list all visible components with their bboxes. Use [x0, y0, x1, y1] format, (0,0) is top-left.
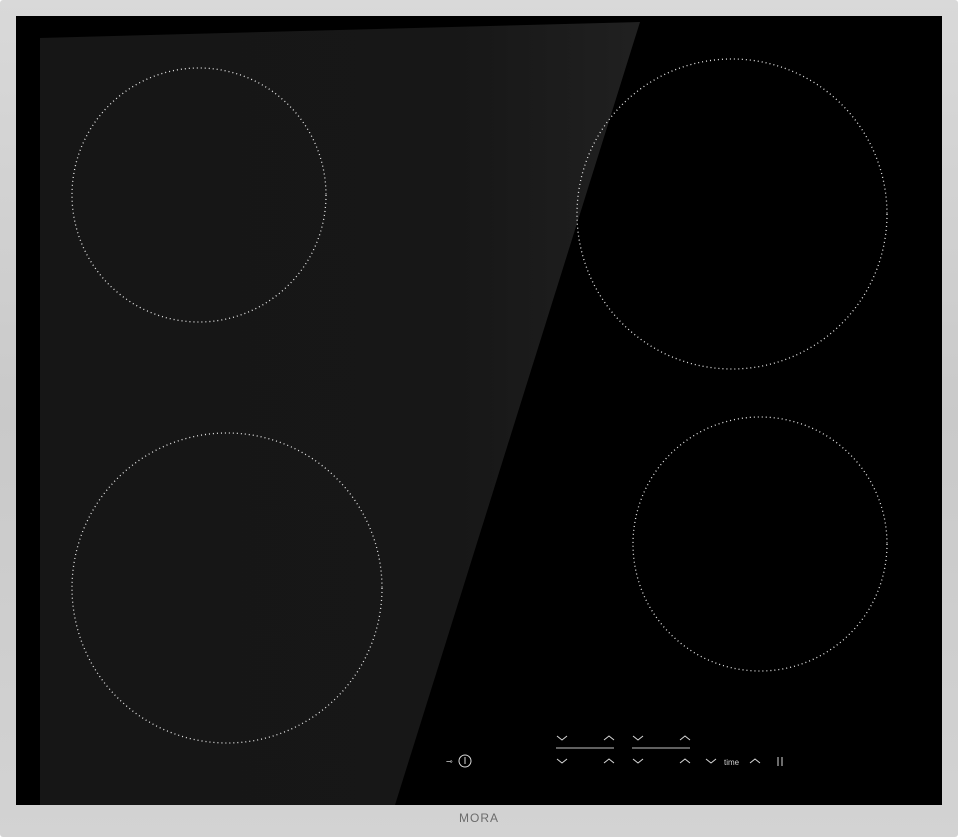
glass-reflection: [40, 22, 640, 805]
power-icon[interactable]: [458, 754, 472, 768]
cooking-zone-rear-right[interactable]: [576, 58, 888, 370]
zone-1-up-icon[interactable]: [603, 735, 615, 741]
pause-icon[interactable]: [777, 757, 783, 766]
timer-label: time: [724, 758, 740, 767]
zone-3-down-icon[interactable]: [556, 758, 568, 764]
zone-2-up-icon[interactable]: [679, 735, 691, 741]
svg-text:⊸: ⊸: [446, 757, 453, 766]
zone-4-down-icon[interactable]: [632, 758, 644, 764]
zone-2-down-icon[interactable]: [632, 735, 644, 741]
cooking-zone-front-right[interactable]: [632, 416, 888, 672]
timer-down-icon[interactable]: [705, 758, 717, 764]
timer-up-icon[interactable]: [749, 758, 761, 764]
brand-logo: MORA: [459, 811, 499, 825]
zone-1-down-icon[interactable]: [556, 735, 568, 741]
zone-4-up-icon[interactable]: [679, 758, 691, 764]
zone-3-up-icon[interactable]: [603, 758, 615, 764]
cooktop-overlay: ⊸ time: [40, 22, 888, 805]
lock-icon[interactable]: ⊸: [446, 757, 453, 766]
